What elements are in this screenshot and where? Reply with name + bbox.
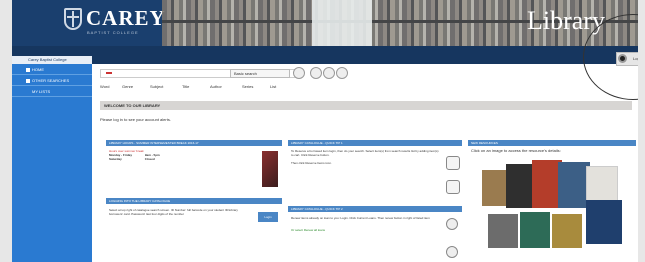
search-button[interactable] (293, 67, 305, 79)
sidebar-item-other-searches[interactable]: OTHER SEARCHES (12, 75, 92, 86)
save-icon[interactable] (446, 180, 460, 194)
main-content: Basic search Word Genre Subject Title Au… (92, 64, 638, 262)
user-icon (618, 54, 627, 63)
logging-panel: LOGGING INTO THE LIBRARY CATALOGUE Selec… (106, 198, 282, 238)
resource-cover[interactable] (520, 212, 550, 248)
hours-days: Saturday (109, 157, 122, 161)
resource-cover[interactable] (552, 214, 582, 248)
window-image (312, 0, 372, 46)
resource-cover[interactable] (586, 200, 622, 244)
welcome-text: Please log in to see your account alerts… (100, 117, 171, 122)
sidebar-title: Carey Baptist College (12, 56, 92, 64)
resource-cover[interactable] (488, 214, 518, 248)
tab-title[interactable]: Title (182, 84, 189, 89)
tip1-text2: Then click Reserve Items icon. (291, 161, 332, 165)
resources-text: Click on an image to access the resource… (471, 148, 561, 153)
brand-subtitle: BAPTIST COLLEGE (87, 30, 139, 35)
logging-title: LOGGING INTO THE LIBRARY CATALOGUE (106, 198, 282, 204)
search-option-button[interactable] (336, 67, 348, 79)
tip2-panel: LIBRARY CATALOGUE - QUICK TIP 2 Renew it… (288, 206, 462, 262)
sidebar-item-my-lists[interactable]: MY LISTS (12, 86, 92, 97)
library-page: CAREY BAPTIST COLLEGE Library HOME OTHER… (12, 0, 638, 262)
sidebar: HOME OTHER SEARCHES MY LISTS (12, 64, 92, 262)
tip1-panel: LIBRARY CATALOGUE - QUICK TIP 1 To Reser… (288, 140, 462, 206)
search-option-button[interactable] (323, 67, 335, 79)
sidebar-item-label: OTHER SEARCHES (32, 78, 70, 83)
brand-name[interactable]: CAREY (86, 6, 166, 31)
college-crest-icon (64, 8, 82, 30)
tab-author[interactable]: Author (210, 84, 222, 89)
tab-series[interactable]: Series (242, 84, 253, 89)
tab-subject[interactable]: Subject (150, 84, 163, 89)
tab-word[interactable]: Word (100, 84, 109, 89)
search-option-button[interactable] (310, 67, 322, 79)
search-type-select[interactable]: Basic search (230, 69, 290, 78)
tab-list[interactable]: List (270, 84, 276, 89)
resources-title: NEW RESOURCES (468, 140, 636, 146)
search-icon (26, 79, 30, 83)
welcome-heading: WELCOME TO OUR LIBRARY (100, 101, 632, 110)
sidebar-item-home[interactable]: HOME (12, 64, 92, 75)
hours-panel: LIBRARY HOURS - SUMMER INTERSEMESTER BRE… (106, 140, 282, 190)
featured-book-cover[interactable] (262, 151, 278, 187)
header-banner: CAREY BAPTIST COLLEGE Library (12, 0, 638, 46)
tab-genre[interactable]: Genre (122, 84, 133, 89)
sidebar-item-label: HOME (32, 67, 44, 72)
tip2-text2: Or select Renew all loans (291, 228, 326, 232)
tip1-text: To Reserve a borrowed item login, then d… (291, 149, 439, 157)
renew-icon[interactable] (446, 218, 458, 230)
login-button[interactable]: Login (258, 212, 278, 222)
resources-panel: NEW RESOURCES Click on an image to acces… (468, 140, 636, 262)
reserve-icon[interactable] (446, 156, 460, 170)
hours-title: LIBRARY HOURS - SUMMER INTERSEMESTER BRE… (106, 140, 282, 146)
home-icon (26, 68, 30, 72)
top-band (12, 46, 638, 64)
sidebar-item-label: MY LISTS (32, 89, 51, 94)
renew-all-icon[interactable] (446, 246, 458, 258)
tip2-title: LIBRARY CATALOGUE - QUICK TIP 2 (288, 206, 462, 212)
arrow-icon (106, 72, 112, 74)
logging-text: Select at top right of catalogue search … (109, 208, 238, 216)
tip1-title: LIBRARY CATALOGUE - QUICK TIP 1 (288, 140, 462, 146)
hours-time: Closed (144, 157, 155, 161)
tip2-text: Renew items already on loan to you: Logi… (291, 216, 430, 220)
